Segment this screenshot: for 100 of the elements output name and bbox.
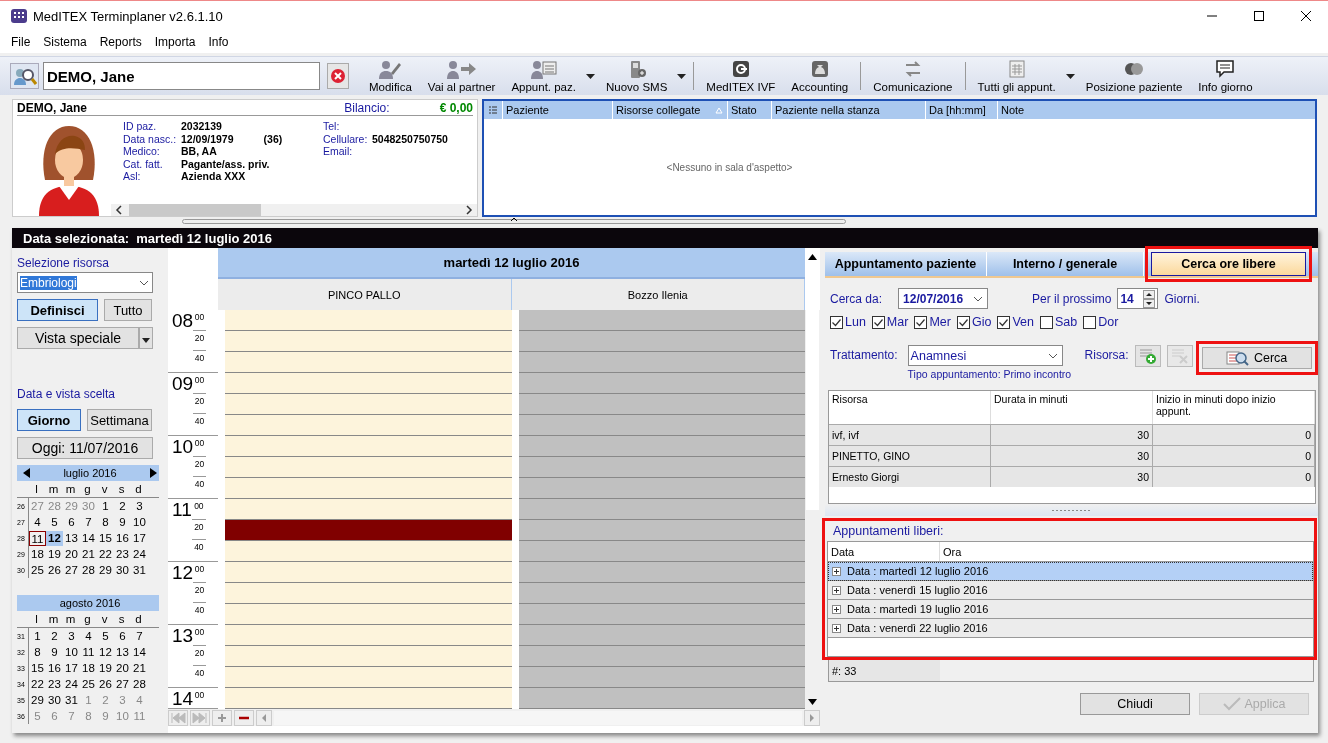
calendar-day[interactable]: 3 bbox=[131, 498, 148, 514]
calendar-day[interactable]: 11 bbox=[80, 644, 97, 660]
calendar-day[interactable]: 4 bbox=[80, 628, 97, 644]
list-icon[interactable] bbox=[488, 105, 498, 115]
calendar-day[interactable]: 5 bbox=[46, 514, 63, 530]
vertical-scrollbar[interactable] bbox=[805, 310, 820, 709]
expand-icon[interactable] bbox=[832, 604, 841, 614]
maximize-icon[interactable] bbox=[1253, 10, 1265, 22]
resource-filter-button[interactable]: Definisci bbox=[17, 299, 98, 321]
weekday-checkbox[interactable]: Gio bbox=[956, 315, 992, 329]
dropdown-button[interactable] bbox=[139, 327, 153, 349]
scroll-left-icon[interactable] bbox=[115, 205, 123, 215]
time-slot[interactable] bbox=[225, 415, 512, 436]
calendar-day[interactable]: 14 bbox=[131, 644, 148, 660]
resource-dropdown[interactable]: Embriologi bbox=[17, 272, 153, 293]
date-picker[interactable]: 12/07/2016 bbox=[898, 288, 989, 309]
menu-item[interactable]: File bbox=[11, 35, 31, 49]
calendar-day[interactable]: 9 bbox=[114, 514, 131, 530]
calendar-day[interactable]: 29 bbox=[97, 562, 114, 578]
tab[interactable]: Interno / generale bbox=[987, 252, 1144, 276]
calendar-day[interactable]: 26 bbox=[97, 676, 114, 692]
time-slot[interactable] bbox=[225, 436, 512, 457]
scroll-right-icon[interactable] bbox=[465, 205, 473, 215]
calendar-day[interactable]: 30 bbox=[46, 692, 63, 708]
menu-item[interactable]: Sistema bbox=[43, 35, 87, 49]
treatment-dropdown[interactable]: Anamnesi bbox=[907, 345, 1063, 366]
days-spinner[interactable]: 14 bbox=[1117, 288, 1159, 309]
toolbar-button[interactable]: Info giorno bbox=[1190, 58, 1261, 94]
calendar-day[interactable]: 2 bbox=[114, 498, 131, 514]
calendar-day[interactable]: 12 bbox=[97, 644, 114, 660]
calendar-day[interactable]: 16 bbox=[114, 530, 131, 546]
time-slot[interactable] bbox=[225, 457, 512, 478]
calendar-day[interactable]: 19 bbox=[46, 546, 63, 562]
calendar-day[interactable]: 30 bbox=[114, 562, 131, 578]
menu-item[interactable]: Importa bbox=[154, 35, 196, 49]
calendar-day[interactable]: 10 bbox=[63, 644, 80, 660]
calendar-day[interactable]: 7 bbox=[80, 514, 97, 530]
calendar-day[interactable]: 1 bbox=[29, 628, 46, 644]
remove-resource-button[interactable] bbox=[1166, 345, 1193, 367]
time-slot[interactable] bbox=[518, 667, 805, 688]
calendar-day[interactable]: 5 bbox=[97, 628, 114, 644]
calendar-day[interactable]: 2 bbox=[46, 628, 63, 644]
tab[interactable]: Appuntamento paziente bbox=[825, 252, 987, 276]
today-button[interactable]: Oggi: 11/07/2016 bbox=[17, 437, 153, 459]
first-icon[interactable] bbox=[168, 709, 188, 726]
calendar-day[interactable]: 25 bbox=[80, 676, 97, 692]
time-slot[interactable] bbox=[225, 646, 512, 667]
time-slot[interactable] bbox=[518, 331, 805, 352]
calendar-day[interactable]: 3 bbox=[63, 628, 80, 644]
calendar-day[interactable]: 6 bbox=[63, 514, 80, 530]
time-slot[interactable] bbox=[518, 478, 805, 499]
column-header[interactable]: Risorse collegate bbox=[612, 101, 727, 119]
calendar-day[interactable]: 27 bbox=[63, 562, 80, 578]
resource-filter-button[interactable]: Tutto bbox=[104, 299, 152, 321]
toolbar-button[interactable]: MedITEX IVF bbox=[698, 58, 784, 94]
toolbar-button[interactable]: Tutti gli appunt. bbox=[969, 58, 1064, 94]
calendar-day[interactable]: 26 bbox=[46, 562, 63, 578]
previous-month-icon[interactable] bbox=[23, 468, 30, 478]
view-mode-button[interactable]: Settimana bbox=[87, 409, 152, 431]
time-slot[interactable] bbox=[518, 562, 805, 583]
calendar-day[interactable]: 15 bbox=[97, 530, 114, 546]
scroll-up-icon[interactable] bbox=[808, 254, 817, 260]
time-slot[interactable] bbox=[225, 310, 512, 331]
time-slot[interactable] bbox=[518, 583, 805, 604]
time-slot[interactable] bbox=[518, 625, 805, 646]
calendar-day[interactable]: 20 bbox=[114, 660, 131, 676]
calendar-day[interactable]: 15 bbox=[29, 660, 46, 676]
clear-button[interactable] bbox=[327, 63, 349, 89]
column-header[interactable]: Stato bbox=[727, 101, 771, 119]
toolbar-button[interactable]: Accounting bbox=[783, 58, 857, 94]
time-slot[interactable] bbox=[225, 352, 512, 373]
time-slot[interactable] bbox=[518, 541, 805, 562]
view-mode-button[interactable]: Giorno bbox=[17, 409, 81, 431]
free-slot-row[interactable]: Data : venerdì 15 luglio 2016 bbox=[828, 581, 1313, 600]
calendar-day[interactable]: 16 bbox=[46, 660, 63, 676]
patient-search-field[interactable]: DEMO, Jane bbox=[43, 62, 320, 90]
calendar-day[interactable]: 8 bbox=[97, 514, 114, 530]
weekday-checkbox[interactable]: Dor bbox=[1083, 315, 1119, 329]
calendar-day[interactable]: 31 bbox=[131, 562, 148, 578]
menu-item[interactable]: Info bbox=[208, 35, 229, 49]
calendar-day[interactable]: 21 bbox=[80, 546, 97, 562]
time-slot[interactable] bbox=[225, 373, 512, 394]
patient-search-button[interactable] bbox=[10, 63, 39, 89]
scroll-down-icon[interactable] bbox=[808, 699, 817, 705]
calendar-day[interactable]: 20 bbox=[63, 546, 80, 562]
time-slot[interactable] bbox=[518, 415, 805, 436]
calendar-day[interactable]: 29 bbox=[29, 692, 46, 708]
calendar-day[interactable]: 4 bbox=[29, 514, 46, 530]
calendar-day[interactable]: 22 bbox=[29, 676, 46, 692]
toolbar-button[interactable]: Comunicazione bbox=[865, 58, 961, 94]
calendar-day[interactable]: 22 bbox=[97, 546, 114, 562]
time-slot[interactable] bbox=[225, 541, 512, 562]
search-button[interactable]: Cerca bbox=[1201, 347, 1312, 369]
column-header[interactable]: Paziente bbox=[502, 101, 612, 119]
caret-icon[interactable] bbox=[585, 73, 595, 79]
toolbar-button[interactable]: Posizione paziente bbox=[1077, 58, 1191, 94]
add-resource-button[interactable] bbox=[1134, 345, 1161, 367]
column-header[interactable]: Paziente nella stanza bbox=[771, 101, 925, 119]
calendar-day[interactable]: 13 bbox=[114, 644, 131, 660]
time-slot[interactable] bbox=[225, 667, 512, 688]
